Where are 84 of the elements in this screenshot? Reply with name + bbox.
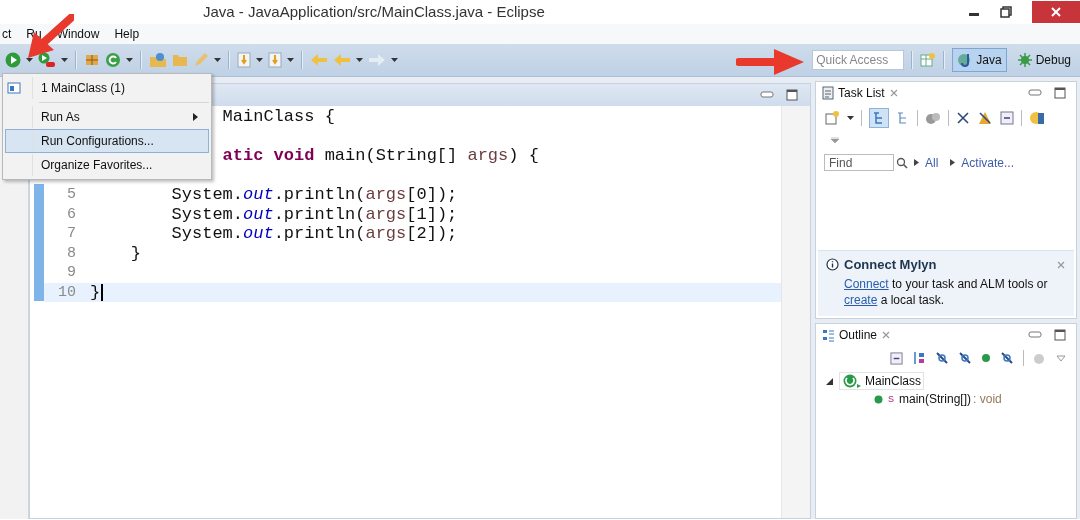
caret-icon[interactable] [126,58,133,62]
close-icon[interactable] [881,330,892,340]
caret-icon[interactable] [287,58,294,62]
expand-arrow-icon[interactable] [950,159,956,166]
class-icon [842,373,862,389]
filter-icon[interactable] [935,351,949,365]
notice-text: Connect to your task and ALM tools or create a local task. [844,276,1049,308]
notice-link[interactable]: Connect [844,277,889,291]
menu-item[interactable]: Organize Favorites... [5,153,209,177]
tree-item[interactable]: MainClass [839,372,924,390]
caret-icon[interactable] [26,58,33,62]
quick-access-field[interactable]: Quick Access [812,50,905,70]
pointer-arrow [736,48,806,76]
code-line: System.out.println(args[0]); [170,185,458,205]
text-cursor [101,283,104,301]
line-number: 6 [67,205,76,223]
line-number: 10 [58,283,76,301]
notice-title: Connect Mylyn [844,257,937,272]
code-line: MainClass { [222,107,335,127]
collapse-all-icon[interactable] [890,351,903,365]
run-tool-icon[interactable] [38,52,56,68]
find-field[interactable]: Find [824,154,894,171]
restore-icon[interactable] [1000,6,1012,18]
maximize-icon[interactable] [1054,87,1066,99]
code-line: } [129,243,141,263]
menu-item[interactable]: ct [1,27,13,41]
close-button[interactable] [1032,1,1080,23]
line-number: 8 [67,244,76,262]
hide-completed-icon[interactable] [956,111,970,125]
line-number: 7 [67,225,76,243]
maximize-icon[interactable] [786,89,798,101]
expanded-arrow-icon[interactable] [826,377,833,385]
caret-icon[interactable] [391,58,398,62]
view-menu-icon[interactable] [1056,354,1066,362]
menu-item[interactable]: 1 MainClass (1) [5,76,209,100]
search-icon[interactable] [896,156,908,169]
launch-icon [7,82,21,94]
outline-icon [822,328,835,342]
forward-icon [368,53,386,67]
hide-non-public-icon[interactable] [981,353,991,363]
menu-item[interactable]: Run As [5,105,209,129]
filter-icon[interactable] [958,351,972,365]
window-title: Java - JavaApplication/src/MainClass.java - Eclipse [203,3,545,20]
view-menu-icon[interactable] [830,137,840,143]
refresh-icon[interactable] [105,52,121,68]
sort-icon[interactable] [912,351,926,365]
scrollbar[interactable] [781,106,810,518]
outline-tab[interactable]: Outline [816,324,898,346]
filter-link[interactable]: Activate... [961,155,1015,170]
repository-icon[interactable] [1029,110,1045,126]
code-line: atic void main(String[] args) { [222,146,539,166]
close-icon[interactable] [888,88,899,98]
close-icon[interactable] [1056,259,1066,270]
link-editor-icon [1033,351,1047,365]
maximize-icon[interactable] [1054,329,1066,341]
task-list-tab[interactable]: Task List [816,82,905,104]
run-icon[interactable] [5,52,21,68]
line-number: 5 [67,186,76,204]
method-icon [874,394,883,404]
perspective-button[interactable]: Debug [1011,48,1076,72]
focus-icon[interactable] [977,110,993,126]
expand-arrow-icon[interactable] [914,159,919,166]
caret-icon[interactable] [61,58,68,62]
bug-icon [1016,52,1033,68]
close-icon [1050,6,1062,18]
collapse-all-icon[interactable] [1000,111,1014,125]
menu-item[interactable]: Run Configurations... [5,129,209,153]
perspective-button[interactable]: Java [952,48,1007,72]
sync-icon[interactable] [925,111,941,125]
submenu-arrow-icon [193,113,198,121]
info-icon [826,258,839,271]
caret-icon[interactable] [847,116,854,120]
notice-link[interactable]: create [844,293,878,307]
clipboard-icon [822,86,834,100]
caret-icon[interactable] [356,58,363,62]
filter-link[interactable]: All [925,155,939,170]
code-line: System.out.println(args[2]); [170,224,458,244]
menu-item[interactable]: Help [113,27,141,41]
code-line: } [90,282,101,302]
code-line: System.out.println(args[1]); [170,204,458,224]
caret-icon[interactable] [214,58,221,62]
filter-icon[interactable] [1000,351,1014,365]
caret-icon[interactable] [256,58,263,62]
line-number: 9 [67,264,76,282]
